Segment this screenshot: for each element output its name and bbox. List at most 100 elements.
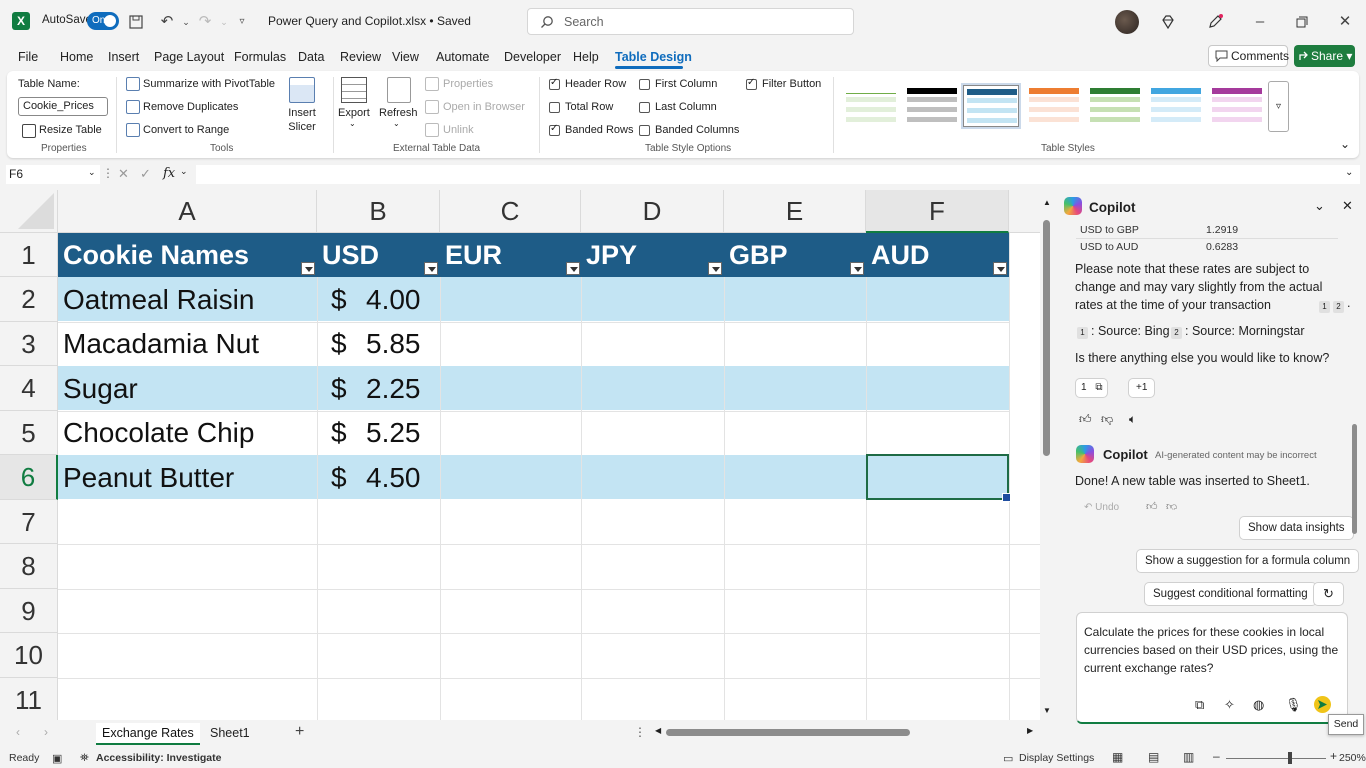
refresh-suggestions-icon[interactable]: ↻ bbox=[1313, 582, 1344, 606]
close-window-icon[interactable]: ✕ bbox=[1335, 12, 1355, 32]
display-settings-button[interactable]: Display Settings bbox=[1019, 752, 1094, 764]
reference-chip[interactable]: 1 ⧉ bbox=[1075, 378, 1109, 398]
redo-dropdown-icon[interactable]: ⌄ bbox=[214, 12, 234, 32]
cell-usd-price[interactable]: 5.25 bbox=[366, 411, 421, 455]
cancel-entry-icon[interactable]: ✕ bbox=[118, 166, 129, 182]
suggestion-conditional-formatting[interactable]: Suggest conditional formatting bbox=[1144, 582, 1317, 606]
remove-duplicates-button[interactable]: Remove Duplicates bbox=[143, 101, 238, 113]
cell-cookie-name[interactable]: Oatmeal Raisin bbox=[63, 278, 254, 322]
share-button[interactable]: Share ▾ bbox=[1294, 45, 1355, 67]
citation-1[interactable]: 1 bbox=[1319, 298, 1330, 316]
table-header-aud[interactable]: AUD bbox=[866, 233, 1009, 277]
source-1-badge[interactable]: 1 bbox=[1077, 324, 1088, 342]
tab-split-handle-icon[interactable]: ⋮ bbox=[634, 725, 646, 739]
filter-dropdown-icon[interactable] bbox=[993, 262, 1007, 275]
horizontal-scroll-thumb[interactable] bbox=[666, 729, 910, 736]
first-column-checkbox[interactable] bbox=[639, 79, 650, 90]
row-header-3[interactable]: 3 bbox=[0, 322, 58, 366]
web-search-icon[interactable]: ◍ bbox=[1253, 697, 1264, 713]
normal-view-icon[interactable]: ▦ bbox=[1112, 750, 1123, 764]
filter-dropdown-icon[interactable] bbox=[566, 262, 580, 275]
copilot-close-icon[interactable]: ✕ bbox=[1342, 198, 1353, 214]
cell-usd-price[interactable]: 5.85 bbox=[366, 322, 421, 366]
confirm-entry-icon[interactable]: ✓ bbox=[140, 166, 151, 182]
table-style-orange[interactable] bbox=[1026, 85, 1082, 127]
autosave-toggle[interactable]: On bbox=[87, 12, 119, 30]
collapse-ribbon-icon[interactable]: ⌄ bbox=[1340, 137, 1350, 151]
column-header-g[interactable] bbox=[1009, 190, 1040, 233]
row-header-4[interactable]: 4 bbox=[0, 366, 58, 411]
pen-icon[interactable] bbox=[1205, 12, 1225, 32]
page-break-view-icon[interactable]: ▥ bbox=[1183, 750, 1194, 764]
row-header-8[interactable]: 8 bbox=[0, 544, 58, 589]
refresh-dropdown-icon[interactable]: ⌄ bbox=[393, 119, 400, 128]
tab-data[interactable]: Data bbox=[298, 50, 324, 64]
row-header-11[interactable]: 11 bbox=[0, 678, 58, 720]
add-sheet-icon[interactable]: + bbox=[295, 723, 304, 741]
copilot-scroll-thumb[interactable] bbox=[1352, 424, 1357, 534]
macro-record-icon[interactable]: ▣ bbox=[52, 752, 62, 765]
table-style-purple[interactable] bbox=[1209, 85, 1265, 127]
table-style-dark-green[interactable] bbox=[1087, 85, 1143, 127]
zoom-slider-thumb[interactable] bbox=[1288, 752, 1292, 764]
tab-home[interactable]: Home bbox=[60, 50, 93, 64]
page-layout-view-icon[interactable]: ▤ bbox=[1148, 750, 1159, 764]
tab-insert[interactable]: Insert bbox=[108, 50, 139, 64]
restore-icon[interactable] bbox=[1292, 12, 1312, 32]
summarize-pivot-button[interactable]: Summarize with PivotTable bbox=[143, 78, 275, 90]
row-header-1[interactable]: 1 bbox=[0, 233, 58, 277]
convert-to-range-button[interactable]: Convert to Range bbox=[143, 124, 229, 136]
scroll-up-icon[interactable]: ▲ bbox=[1043, 198, 1051, 207]
thumbs-down-icon[interactable]: 👎︎ bbox=[1166, 500, 1177, 510]
copilot-prompt-input[interactable]: Calculate the prices for these cookies i… bbox=[1076, 612, 1348, 724]
table-header-cookie-names[interactable]: Cookie Names bbox=[58, 233, 317, 277]
column-header-b[interactable]: B bbox=[317, 190, 440, 233]
comments-button[interactable]: Comments bbox=[1208, 45, 1289, 67]
citation-2[interactable]: 2 bbox=[1333, 298, 1344, 316]
column-header-f[interactable]: F bbox=[866, 190, 1009, 233]
source-1-link[interactable]: : Source: Bing bbox=[1091, 322, 1170, 340]
suggestion-formula-column[interactable]: Show a suggestion for a formula column bbox=[1136, 549, 1360, 573]
scroll-right-icon[interactable]: ▶ bbox=[1027, 726, 1033, 735]
more-styles-icon[interactable]: ▿ bbox=[1268, 81, 1289, 132]
insert-function-icon[interactable]: fx bbox=[163, 166, 175, 181]
column-header-c[interactable]: C bbox=[440, 190, 581, 233]
header-row-checkbox[interactable] bbox=[549, 77, 560, 90]
prev-sheet-icon[interactable]: ‹ bbox=[16, 725, 20, 739]
minimize-icon[interactable]: – bbox=[1250, 12, 1270, 32]
table-name-input[interactable]: Cookie_Prices bbox=[18, 97, 108, 116]
filter-button-checkbox[interactable] bbox=[746, 77, 757, 90]
zoom-out-icon[interactable]: – bbox=[1213, 749, 1220, 763]
prompt-guide-icon[interactable]: ✧ bbox=[1224, 697, 1235, 713]
table-style-black[interactable] bbox=[904, 85, 960, 127]
zoom-level[interactable]: 250% bbox=[1339, 752, 1366, 764]
tab-view[interactable]: View bbox=[392, 50, 419, 64]
avatar[interactable] bbox=[1115, 10, 1139, 34]
thumbs-up-icon[interactable]: 👍︎ bbox=[1146, 500, 1158, 510]
zoom-in-icon[interactable]: + bbox=[1330, 749, 1337, 763]
row-header-7[interactable]: 7 bbox=[0, 500, 58, 544]
horizontal-scrollbar[interactable]: ◀ ▶ bbox=[652, 725, 1038, 741]
tab-review[interactable]: Review bbox=[340, 50, 381, 64]
insert-slicer-button[interactable]: Insert Slicer bbox=[275, 106, 329, 134]
total-row-checkbox[interactable] bbox=[549, 102, 560, 113]
tab-automate[interactable]: Automate bbox=[436, 50, 490, 64]
select-all-corner[interactable] bbox=[0, 190, 58, 233]
send-icon[interactable] bbox=[1314, 696, 1331, 713]
column-header-d[interactable]: D bbox=[581, 190, 724, 233]
copilot-collapse-icon[interactable]: ⌄ bbox=[1314, 198, 1325, 214]
microphone-icon[interactable]: 🎙︎ bbox=[1285, 697, 1302, 713]
table-header-jpy[interactable]: JPY bbox=[581, 233, 724, 277]
scroll-left-icon[interactable]: ◀ bbox=[655, 726, 661, 735]
table-header-gbp[interactable]: GBP bbox=[724, 233, 866, 277]
suggestion-data-insights[interactable]: Show data insights bbox=[1239, 516, 1354, 540]
undo-icon[interactable]: ↶ bbox=[157, 12, 177, 32]
name-box[interactable]: F6 bbox=[6, 165, 100, 184]
cell-usd-price[interactable]: 4.50 bbox=[366, 456, 421, 500]
sheet-tab-exchange-rates[interactable]: Exchange Rates bbox=[96, 723, 200, 745]
cell-cookie-name[interactable]: Sugar bbox=[63, 367, 138, 411]
premium-diamond-icon[interactable] bbox=[1158, 12, 1178, 32]
copilot-prompt-text[interactable]: Calculate the prices for these cookies i… bbox=[1084, 623, 1340, 677]
row-header-9[interactable]: 9 bbox=[0, 589, 58, 633]
undo-button[interactable]: ↶ Undo bbox=[1084, 502, 1119, 510]
